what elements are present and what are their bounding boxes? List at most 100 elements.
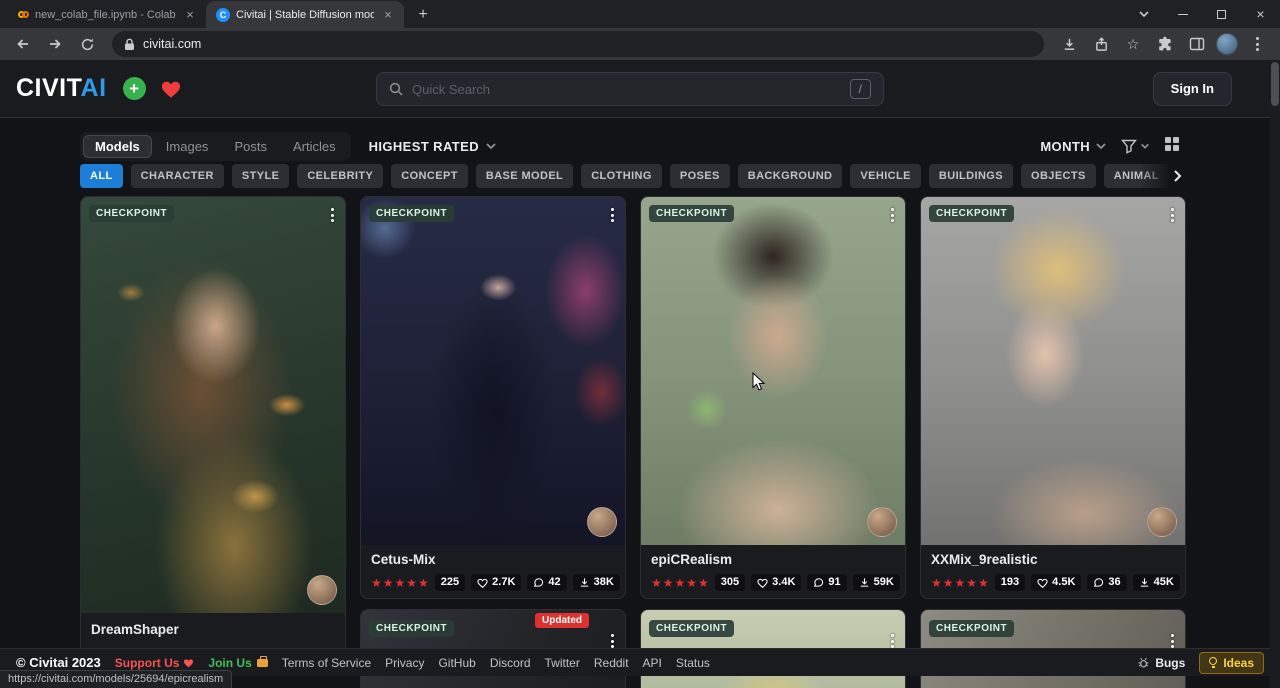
category-chip[interactable]: STYLE — [232, 164, 289, 188]
tab-images[interactable]: Images — [154, 135, 221, 158]
grid-column: CHECKPOINT Cetus-Mix ★★★★★ 225 2.7K — [360, 196, 626, 688]
category-chip[interactable]: BUILDINGS — [929, 164, 1013, 188]
window-minimize-button[interactable] — [1163, 0, 1202, 28]
tab-close-icon[interactable]: × — [182, 7, 198, 23]
back-icon[interactable] — [10, 31, 36, 57]
category-chip[interactable]: VEHICLE — [850, 164, 920, 188]
card-menu-icon[interactable] — [609, 206, 616, 224]
likes-chip: 4.5K — [1030, 573, 1082, 592]
model-card-cetus-mix[interactable]: CHECKPOINT Cetus-Mix ★★★★★ 225 2.7K — [360, 196, 626, 599]
footer-link-status[interactable]: Status — [676, 656, 710, 670]
quick-search[interactable]: / — [376, 72, 884, 106]
model-card-epicrealism[interactable]: CHECKPOINT epiCRealism ★★★★★ 305 3.4K — [640, 196, 906, 599]
tab-posts[interactable]: Posts — [222, 135, 279, 158]
model-type-badge: CHECKPOINT — [929, 620, 1014, 637]
browser-tab-civitai[interactable]: C Civitai | Stable Diffusion models, × — [206, 1, 404, 28]
scrollbar-thumb[interactable] — [1271, 62, 1279, 106]
site-header: CIVITAI + / Sign In — [0, 60, 1280, 118]
civitai-favicon-icon: C — [216, 8, 230, 22]
favorites-heart-icon[interactable] — [160, 79, 182, 99]
model-preview-image — [361, 197, 625, 545]
updated-badge: Updated — [535, 613, 589, 628]
share-icon[interactable] — [1088, 31, 1114, 57]
nav-right-controls: MONTH — [1040, 130, 1180, 162]
search-icon — [389, 82, 403, 96]
footer-link-twitter[interactable]: Twitter — [545, 656, 580, 670]
address-bar[interactable]: civitai.com — [112, 31, 1044, 57]
extensions-puzzle-icon[interactable] — [1152, 31, 1178, 57]
lightbulb-icon — [1209, 657, 1217, 665]
search-input[interactable] — [412, 82, 841, 97]
category-chip-all[interactable]: ALL — [80, 164, 123, 188]
model-type-badge: CHECKPOINT — [649, 205, 734, 222]
category-chip[interactable]: CLOTHING — [581, 164, 662, 188]
card-meta: XXMix_9realistic ★★★★★ 193 4.5K 36 — [921, 545, 1185, 598]
card-menu-icon[interactable] — [1169, 206, 1176, 224]
downloads-chip: 59K — [852, 573, 901, 592]
model-title: Cetus-Mix — [371, 551, 615, 568]
category-chip[interactable]: BACKGROUND — [738, 164, 843, 188]
category-chip[interactable]: OBJECTS — [1021, 164, 1096, 188]
rating-stars-icon: ★★★★★ — [931, 577, 990, 589]
category-chip[interactable]: CELEBRITY — [297, 164, 383, 188]
download-icon — [579, 577, 590, 588]
footer-link-discord[interactable]: Discord — [490, 656, 531, 670]
comments-chip: 42 — [526, 573, 567, 592]
colab-icon — [18, 11, 29, 18]
layout-toggle-button[interactable] — [1164, 136, 1180, 157]
ideas-button[interactable]: Ideas — [1199, 652, 1264, 674]
creator-avatar[interactable] — [587, 507, 617, 537]
creator-avatar[interactable] — [307, 575, 337, 605]
model-title: XXMix_9realistic — [931, 551, 1175, 568]
likes-chip: 2.7K — [470, 573, 522, 592]
footer-link-terms[interactable]: Terms of Service — [282, 656, 371, 670]
model-title: epiCRealism — [651, 551, 895, 568]
tab-close-icon[interactable]: × — [380, 7, 396, 23]
period-select[interactable]: MONTH — [1040, 139, 1107, 154]
chevron-down-icon — [1095, 140, 1107, 152]
sign-in-button[interactable]: Sign In — [1153, 72, 1232, 106]
footer-link-privacy[interactable]: Privacy — [385, 656, 424, 670]
footer-link-join-us[interactable]: Join Us — [208, 656, 267, 670]
window-maximize-button[interactable] — [1202, 0, 1241, 28]
footer-link-support-us[interactable]: Support Us — [115, 656, 195, 670]
new-tab-button[interactable]: + — [410, 2, 436, 28]
category-chip[interactable]: CHARACTER — [131, 164, 224, 188]
bookmark-star-icon[interactable]: ☆ — [1120, 31, 1146, 57]
creator-avatar[interactable] — [1147, 507, 1177, 537]
card-stats: ★★★★★ 225 2.7K 42 — [371, 573, 615, 592]
footer-link-reddit[interactable]: Reddit — [594, 656, 629, 670]
footer-link-github[interactable]: GitHub — [438, 656, 475, 670]
tab-articles[interactable]: Articles — [281, 135, 348, 158]
sort-select[interactable]: HIGHEST RATED — [369, 139, 497, 154]
creator-avatar[interactable] — [867, 507, 897, 537]
side-panel-icon[interactable] — [1184, 31, 1210, 57]
filter-button[interactable] — [1121, 138, 1150, 154]
card-menu-icon[interactable] — [889, 206, 896, 224]
model-card-dreamshaper[interactable]: CHECKPOINT DreamShaper — [80, 196, 346, 665]
grid-column: CHECKPOINT epiCRealism ★★★★★ 305 3.4K — [640, 196, 906, 688]
category-chip[interactable]: CONCEPT — [391, 164, 468, 188]
browser-menu-icon[interactable] — [1244, 31, 1270, 57]
reload-icon[interactable] — [74, 31, 100, 57]
footer-link-api[interactable]: API — [643, 656, 662, 670]
content-nav-row: Models Images Posts Articles HIGHEST RAT… — [80, 130, 497, 162]
category-chip[interactable]: POSES — [670, 164, 730, 188]
grid-column: CHECKPOINT XXMix_9realistic ★★★★★ 193 4.… — [920, 196, 1186, 688]
browser-tab-colab[interactable]: new_colab_file.ipynb - Colaborat × — [8, 1, 206, 28]
categories-scroll-right-button[interactable] — [1140, 164, 1186, 188]
model-card-xxmix[interactable]: CHECKPOINT XXMix_9realistic ★★★★★ 193 4.… — [920, 196, 1186, 599]
tab-search-chevron-icon[interactable] — [1124, 0, 1163, 28]
rating-stars-icon: ★★★★★ — [651, 577, 710, 589]
save-page-icon[interactable] — [1056, 31, 1082, 57]
tab-models[interactable]: Models — [83, 135, 152, 158]
card-menu-icon[interactable] — [329, 206, 336, 224]
category-chip[interactable]: BASE MODEL — [476, 164, 573, 188]
bugs-button[interactable]: Bugs — [1137, 656, 1185, 670]
civitai-logo[interactable]: CIVITAI — [16, 74, 107, 103]
page-scrollbar[interactable] — [1270, 60, 1280, 688]
profile-avatar[interactable] — [1216, 33, 1238, 55]
window-close-button[interactable]: × — [1241, 0, 1280, 28]
create-button[interactable]: + — [123, 77, 146, 100]
forward-icon[interactable] — [42, 31, 68, 57]
